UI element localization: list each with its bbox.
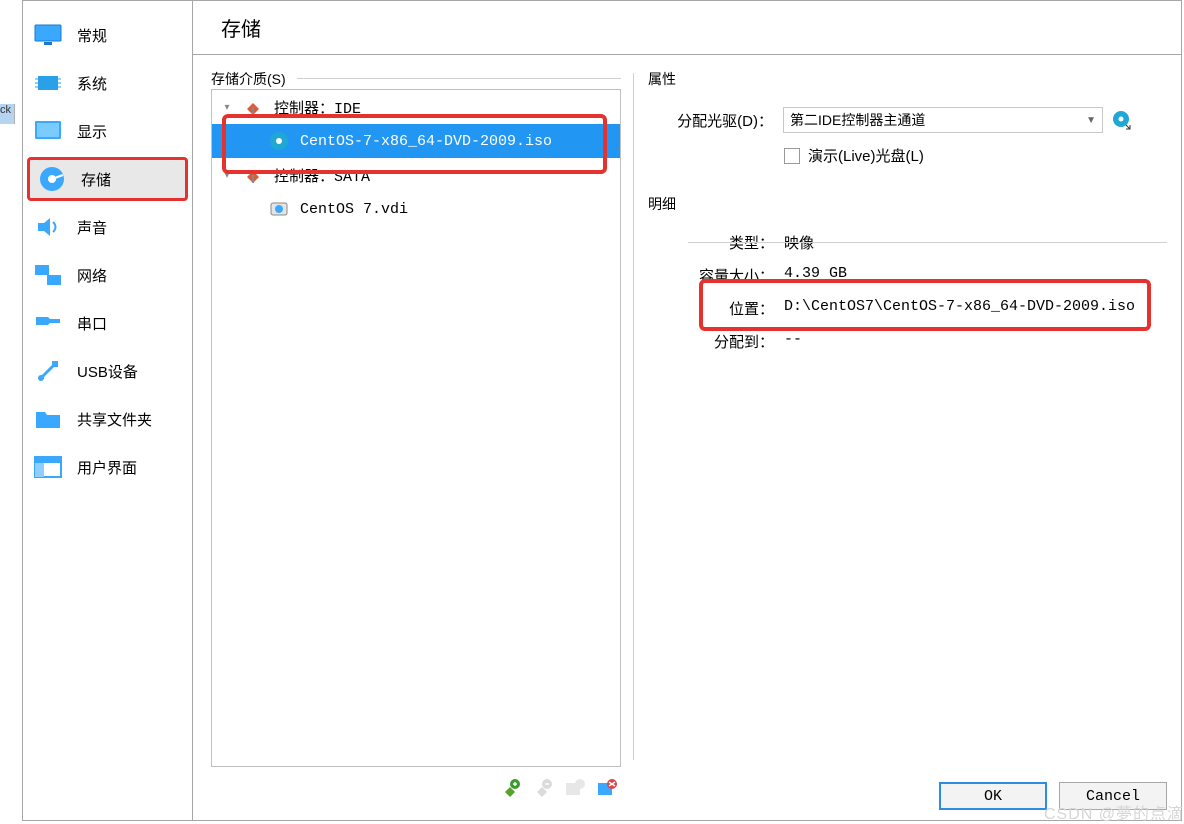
settings-dialog: 常规 系统 显示 存储 声音 [22, 0, 1182, 821]
sidebar-item-usb[interactable]: USB设备 [23, 347, 192, 395]
chip-icon [33, 70, 63, 96]
sidebar-item-system[interactable]: 系统 [23, 59, 192, 107]
chevron-down-icon: ▼ [1086, 115, 1096, 126]
display-icon [33, 118, 63, 144]
optical-disk-row[interactable]: CentOS-7-x86_64-DVD-2009.iso [212, 124, 620, 158]
usb-icon [33, 358, 63, 384]
sidebar-label: 系统 [77, 73, 107, 94]
audio-icon [33, 214, 63, 240]
storage-toolbar [211, 773, 621, 805]
storage-icon [37, 166, 67, 192]
sidebar-label: 共享文件夹 [77, 409, 152, 430]
controller-sata-row[interactable]: ▾ 控制器：SATA [212, 158, 620, 192]
page-header: 存储 [193, 1, 1181, 55]
controller-icon [242, 164, 264, 186]
hard-disk-row[interactable]: CentOS 7.vdi [212, 192, 620, 226]
attributes-panel: 属性 分配光驱(D)： 第二IDE控制器主通道 ▼ 演示(Live)光盘(L) … [634, 55, 1181, 772]
attributes-legend: 属性 [648, 69, 1169, 89]
size-value: 4.39 GB [778, 265, 1169, 286]
sidebar-item-network[interactable]: 网络 [23, 251, 192, 299]
expand-icon[interactable]: ▾ [222, 102, 232, 113]
tree-label: CentOS-7-x86_64-DVD-2009.iso [300, 133, 552, 150]
tree-label: 控制器：IDE [274, 97, 361, 118]
live-cd-row[interactable]: 演示(Live)光盘(L) [784, 145, 1169, 166]
dialog-buttons: OK Cancel [939, 782, 1167, 810]
divider [297, 78, 621, 79]
drive-label: 分配光驱(D)： [648, 110, 773, 131]
sidebar-label: USB设备 [77, 361, 138, 382]
network-icon [33, 262, 63, 288]
sidebar-label: 用户界面 [77, 457, 137, 478]
ok-button[interactable]: OK [939, 782, 1047, 810]
controller-icon [242, 96, 264, 118]
attached-label: 分配到： [648, 331, 778, 352]
storage-tree[interactable]: ▾ 控制器：IDE CentOS-7-x86_64-DVD-2009.iso ▾ [211, 89, 621, 767]
location-value: D:\CentOS7\CentOS-7-x86_64-DVD-2009.iso [778, 298, 1169, 319]
divider [688, 242, 1167, 243]
serial-icon [33, 310, 63, 336]
remove-controller-button [529, 776, 555, 802]
detail-size-row: 容量大小： 4.39 GB [648, 265, 1169, 286]
choose-disk-button[interactable] [1111, 109, 1133, 131]
storage-tree-panel: 存储介质(S) ▾ 控制器：IDE CentOS-7-x86_64-DV [193, 55, 633, 772]
details-legend: 明细 [648, 194, 682, 214]
main-content: 存储介质(S) ▾ 控制器：IDE CentOS-7-x86_64-DV [193, 55, 1181, 772]
monitor-icon [33, 22, 63, 48]
drive-value: 第二IDE控制器主通道 [790, 110, 925, 130]
drive-select[interactable]: 第二IDE控制器主通道 ▼ [783, 107, 1103, 133]
sidebar-label: 串口 [77, 313, 107, 334]
sidebar-label: 常规 [77, 25, 107, 46]
settings-sidebar: 常规 系统 显示 存储 声音 [23, 1, 193, 820]
expand-icon[interactable]: ▾ [222, 170, 232, 181]
detail-location-row: 位置： D:\CentOS7\CentOS-7-x86_64-DVD-2009.… [648, 298, 1169, 319]
optical-disc-icon [268, 130, 290, 152]
optical-drive-row: 分配光驱(D)： 第二IDE控制器主通道 ▼ [648, 107, 1169, 133]
sidebar-label: 网络 [77, 265, 107, 286]
ui-icon [33, 454, 63, 480]
sidebar-item-user-interface[interactable]: 用户界面 [23, 443, 192, 491]
attached-value: -- [778, 331, 1169, 352]
page-title: 存储 [193, 13, 261, 42]
sidebar-item-display[interactable]: 显示 [23, 107, 192, 155]
sidebar-item-shared-folders[interactable]: 共享文件夹 [23, 395, 192, 443]
background-strip: ck [0, 104, 15, 124]
sidebar-item-storage[interactable]: 存储 [27, 157, 188, 201]
location-label: 位置： [648, 298, 778, 319]
cancel-button[interactable]: Cancel [1059, 782, 1167, 810]
sidebar-label: 存储 [81, 169, 111, 190]
sidebar-label: 声音 [77, 217, 107, 238]
live-cd-checkbox[interactable] [784, 148, 800, 164]
add-controller-button[interactable] [497, 776, 523, 802]
live-cd-label: 演示(Live)光盘(L) [808, 145, 924, 166]
sidebar-item-general[interactable]: 常规 [23, 11, 192, 59]
size-label: 容量大小： [648, 265, 778, 286]
tree-label: CentOS 7.vdi [300, 201, 408, 218]
controller-ide-row[interactable]: ▾ 控制器：IDE [212, 90, 620, 124]
detail-attached-row: 分配到： -- [648, 331, 1169, 352]
folder-icon [33, 406, 63, 432]
hard-disk-icon [268, 198, 290, 220]
tree-label: 控制器：SATA [274, 165, 370, 186]
sidebar-item-audio[interactable]: 声音 [23, 203, 192, 251]
sidebar-item-serial[interactable]: 串口 [23, 299, 192, 347]
add-attachment-button [561, 776, 587, 802]
remove-attachment-button[interactable] [593, 776, 619, 802]
sidebar-label: 显示 [77, 121, 107, 142]
storage-media-legend: 存储介质(S) [211, 71, 292, 87]
